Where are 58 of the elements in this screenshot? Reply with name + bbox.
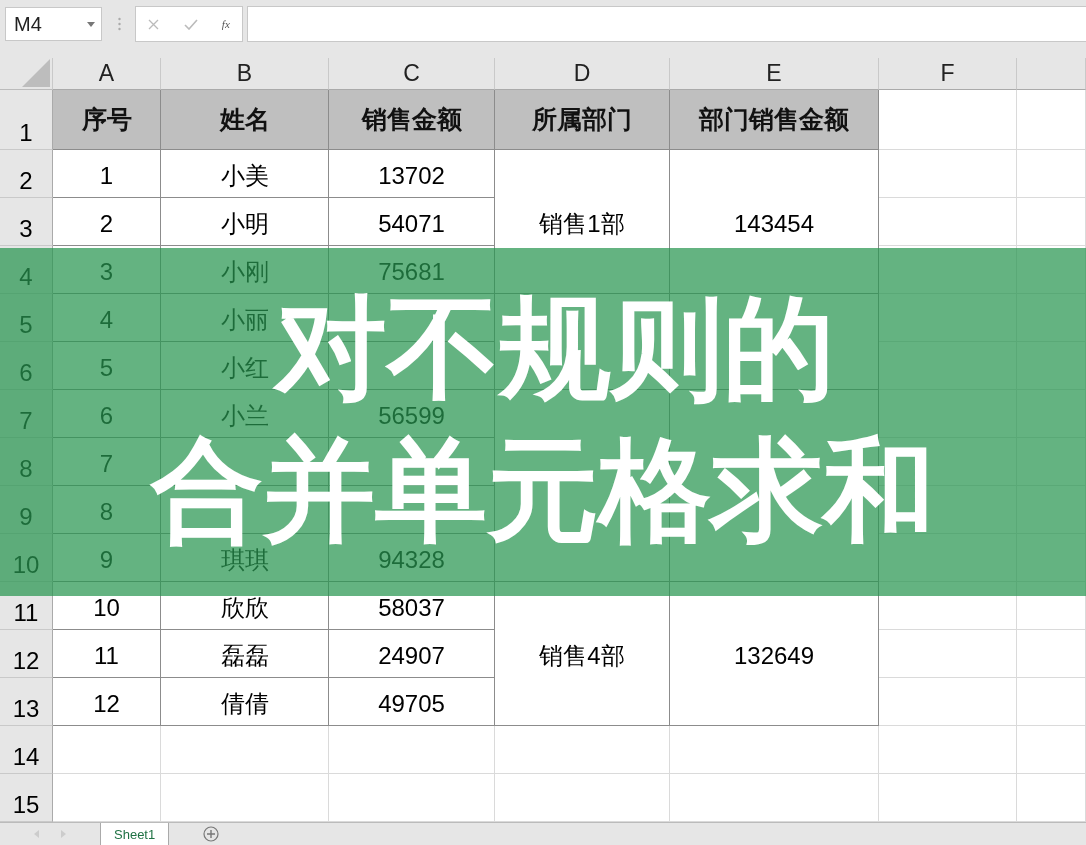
column-header[interactable]: A	[53, 58, 161, 90]
table-cell: 12	[53, 678, 161, 726]
caret-icon	[87, 21, 95, 27]
row-header[interactable]: 2	[0, 150, 53, 198]
table-cell: 13702	[329, 150, 495, 198]
check-icon[interactable]	[183, 18, 198, 30]
empty-cell[interactable]	[1017, 150, 1086, 198]
empty-cell[interactable]	[1017, 198, 1086, 246]
row-header[interactable]: 1	[0, 90, 53, 150]
table-cell: 2	[53, 198, 161, 246]
empty-cell[interactable]	[329, 726, 495, 774]
formula-field[interactable]	[247, 6, 1086, 42]
column-header[interactable]: E	[670, 58, 879, 90]
column-header[interactable]: F	[879, 58, 1017, 90]
empty-cell[interactable]	[1017, 726, 1086, 774]
empty-cell[interactable]	[879, 678, 1017, 726]
insert-function-button[interactable]: fx	[221, 18, 230, 30]
empty-cell[interactable]	[495, 726, 670, 774]
empty-cell[interactable]	[879, 198, 1017, 246]
column-title: 序号	[53, 90, 161, 150]
cancel-icon[interactable]	[148, 18, 160, 30]
table-cell: 1	[53, 150, 161, 198]
table-cell: 小明	[161, 198, 329, 246]
empty-cell[interactable]	[1017, 630, 1086, 678]
column-header[interactable]: D	[495, 58, 670, 90]
empty-cell[interactable]	[879, 150, 1017, 198]
row-header[interactable]: 12	[0, 630, 53, 678]
empty-cell[interactable]	[670, 726, 879, 774]
column-header[interactable]: B	[161, 58, 329, 90]
scroll-left-icon[interactable]	[34, 830, 39, 838]
table-cell: 11	[53, 630, 161, 678]
scroll-right-icon[interactable]	[61, 830, 66, 838]
table-cell: 54071	[329, 198, 495, 246]
name-box[interactable]: M4	[5, 7, 102, 41]
drag-handle-icon[interactable]	[118, 17, 121, 31]
table-cell: 49705	[329, 678, 495, 726]
sheet-tab[interactable]: Sheet1	[101, 823, 170, 845]
column-title: 销售金额	[329, 90, 495, 150]
table-cell: 磊磊	[161, 630, 329, 678]
column-header[interactable]	[1017, 58, 1086, 90]
column-title: 所属部门	[495, 90, 670, 150]
empty-cell[interactable]	[1017, 678, 1086, 726]
table-cell: 小美	[161, 150, 329, 198]
add-sheet-icon[interactable]	[203, 826, 220, 842]
row-header[interactable]: 15	[0, 774, 53, 822]
empty-cell[interactable]	[161, 726, 329, 774]
row-header[interactable]: 14	[0, 726, 53, 774]
empty-cell[interactable]	[879, 726, 1017, 774]
row-header[interactable]: 3	[0, 198, 53, 246]
cell-reference: M4	[14, 12, 42, 36]
empty-cell[interactable]	[879, 630, 1017, 678]
table-cell: 倩倩	[161, 678, 329, 726]
column-title: 姓名	[161, 90, 329, 150]
column-header[interactable]: C	[329, 58, 495, 90]
table-cell: 24907	[329, 630, 495, 678]
empty-cell[interactable]	[1017, 90, 1086, 150]
column-title: 部门销售金额	[670, 90, 879, 150]
row-header[interactable]: 13	[0, 678, 53, 726]
